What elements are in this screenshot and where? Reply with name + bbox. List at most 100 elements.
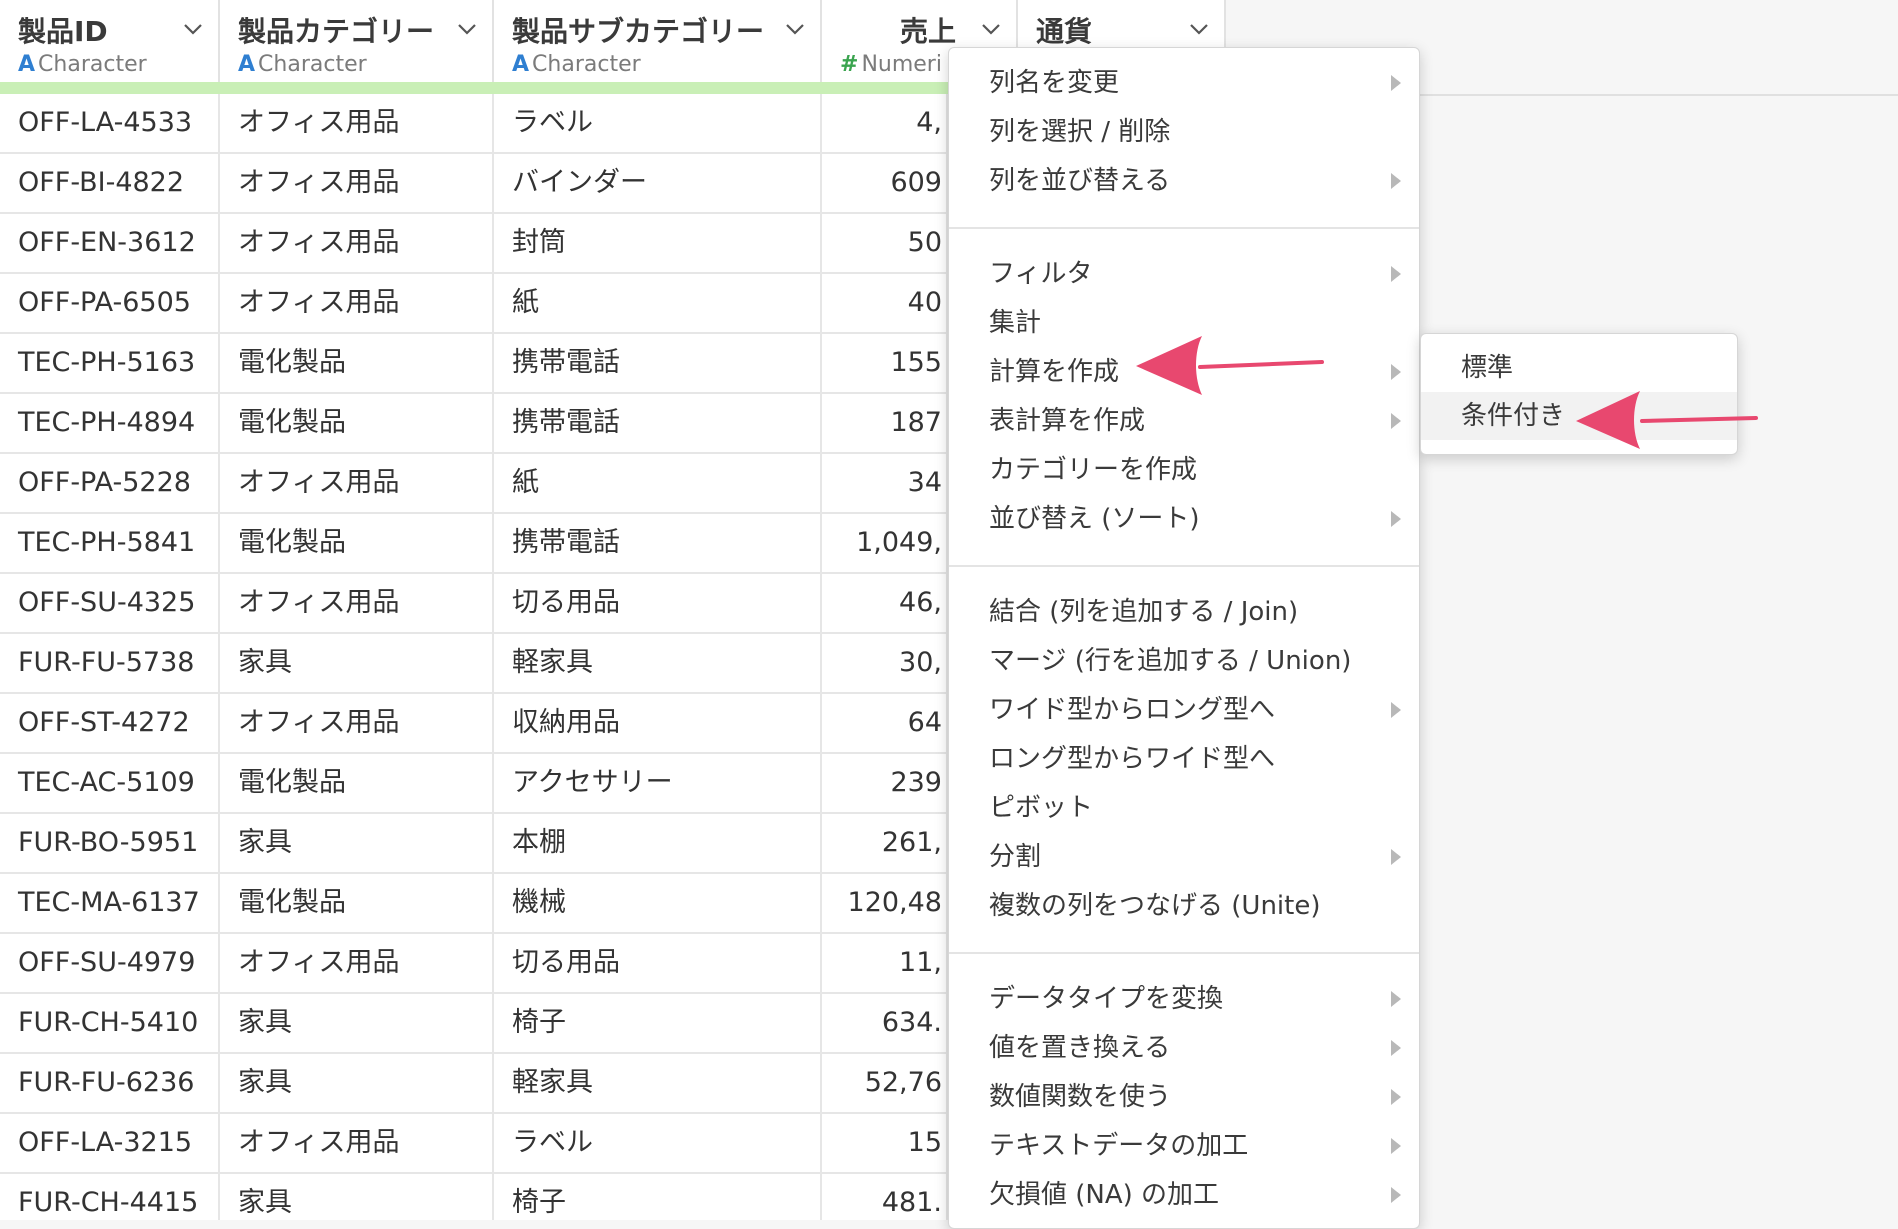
chevron-down-icon[interactable] xyxy=(784,18,806,40)
menu-item[interactable]: カテゴリーを作成 xyxy=(949,447,1419,493)
table-cell[interactable]: 1,049, xyxy=(822,514,948,574)
table-cell[interactable]: オフィス用品 xyxy=(220,214,494,274)
table-cell[interactable]: FUR-FU-5738 xyxy=(0,634,220,694)
table-cell[interactable]: 電化製品 xyxy=(220,514,494,574)
table-cell[interactable]: TEC-PH-5163 xyxy=(0,334,220,394)
chevron-down-icon[interactable] xyxy=(980,18,1002,40)
table-cell[interactable]: OFF-BI-4822 xyxy=(0,154,220,214)
table-cell[interactable]: 15 xyxy=(822,1114,948,1174)
table-cell[interactable]: 機械 xyxy=(494,874,822,934)
menu-item[interactable]: フィルタ xyxy=(949,251,1419,297)
table-cell[interactable]: アクセサリー xyxy=(494,754,822,814)
menu-item[interactable]: 列を選択 / 削除 xyxy=(949,109,1419,155)
menu-item[interactable]: 結合 (列を追加する / Join) xyxy=(949,589,1419,635)
column-header-product-category[interactable]: 製品カテゴリー A Character xyxy=(220,0,494,82)
column-header-product-subcategory[interactable]: 製品サブカテゴリー A Character xyxy=(494,0,822,82)
table-cell[interactable]: 46, xyxy=(822,574,948,634)
table-cell[interactable]: 軽家具 xyxy=(494,634,822,694)
table-cell[interactable]: 椅子 xyxy=(494,1174,822,1220)
menu-item[interactable]: ロング型からワイド型へ xyxy=(949,736,1419,782)
table-cell[interactable]: OFF-PA-6505 xyxy=(0,274,220,334)
table-cell[interactable]: 家具 xyxy=(220,1174,494,1220)
table-cell[interactable]: OFF-SU-4325 xyxy=(0,574,220,634)
table-cell[interactable]: OFF-ST-4272 xyxy=(0,694,220,754)
table-cell[interactable]: 261, xyxy=(822,814,948,874)
menu-item[interactable]: 値を置き換える xyxy=(949,1025,1419,1071)
table-cell[interactable]: 切る用品 xyxy=(494,934,822,994)
chevron-down-icon[interactable] xyxy=(1188,18,1210,40)
table-cell[interactable]: 187 xyxy=(822,394,948,454)
menu-item[interactable]: テキストデータの加工 xyxy=(949,1123,1419,1169)
table-cell[interactable]: 軽家具 xyxy=(494,1054,822,1114)
table-cell[interactable]: 30, xyxy=(822,634,948,694)
table-cell[interactable]: オフィス用品 xyxy=(220,154,494,214)
table-cell[interactable]: 家具 xyxy=(220,1054,494,1114)
table-cell[interactable]: OFF-LA-4533 xyxy=(0,94,220,154)
table-cell[interactable]: オフィス用品 xyxy=(220,574,494,634)
table-cell[interactable]: FUR-FU-6236 xyxy=(0,1054,220,1114)
table-cell[interactable]: OFF-LA-3215 xyxy=(0,1114,220,1174)
table-cell[interactable]: FUR-CH-5410 xyxy=(0,994,220,1054)
menu-item[interactable]: ピボット xyxy=(949,785,1419,831)
table-cell[interactable]: 634. xyxy=(822,994,948,1054)
table-cell[interactable]: 155 xyxy=(822,334,948,394)
table-cell[interactable]: 本棚 xyxy=(494,814,822,874)
menu-item[interactable]: 表計算を作成 xyxy=(949,398,1419,444)
table-cell[interactable]: FUR-BO-5951 xyxy=(0,814,220,874)
table-cell[interactable]: TEC-PH-5841 xyxy=(0,514,220,574)
table-cell[interactable]: オフィス用品 xyxy=(220,274,494,334)
table-cell[interactable]: 52,76 xyxy=(822,1054,948,1114)
table-cell[interactable]: オフィス用品 xyxy=(220,1114,494,1174)
table-cell[interactable]: 紙 xyxy=(494,274,822,334)
table-cell[interactable]: TEC-PH-4894 xyxy=(0,394,220,454)
table-cell[interactable]: オフィス用品 xyxy=(220,454,494,514)
menu-item[interactable]: 複数の列をつなげる (Unite) xyxy=(949,883,1419,929)
chevron-down-icon[interactable] xyxy=(182,18,204,40)
table-cell[interactable]: 家具 xyxy=(220,814,494,874)
table-cell[interactable]: 電化製品 xyxy=(220,754,494,814)
menu-item[interactable]: ワイド型からロング型へ xyxy=(949,687,1419,733)
menu-item[interactable]: 列名を変更 xyxy=(949,60,1419,106)
table-cell[interactable]: 64 xyxy=(822,694,948,754)
table-cell[interactable]: 481. xyxy=(822,1174,948,1220)
table-cell[interactable]: 家具 xyxy=(220,634,494,694)
table-cell[interactable]: オフィス用品 xyxy=(220,694,494,754)
menu-item[interactable]: マージ (行を追加する / Union) xyxy=(949,638,1419,684)
table-cell[interactable]: OFF-PA-5228 xyxy=(0,454,220,514)
table-cell[interactable]: 切る用品 xyxy=(494,574,822,634)
menu-item[interactable]: 数値関数を使う xyxy=(949,1074,1419,1120)
table-cell[interactable]: 電化製品 xyxy=(220,334,494,394)
table-cell[interactable]: 電化製品 xyxy=(220,394,494,454)
table-cell[interactable]: ラベル xyxy=(494,94,822,154)
table-cell[interactable]: ラベル xyxy=(494,1114,822,1174)
table-cell[interactable]: 携帯電話 xyxy=(494,394,822,454)
table-cell[interactable]: 家具 xyxy=(220,994,494,1054)
chevron-down-icon[interactable] xyxy=(456,18,478,40)
table-cell[interactable]: 4, xyxy=(822,94,948,154)
table-cell[interactable]: 34 xyxy=(822,454,948,514)
table-cell[interactable]: 携帯電話 xyxy=(494,514,822,574)
column-header-product-id[interactable]: 製品ID A Character xyxy=(0,0,220,82)
table-cell[interactable]: バインダー xyxy=(494,154,822,214)
table-cell[interactable]: 11, xyxy=(822,934,948,994)
table-cell[interactable]: オフィス用品 xyxy=(220,934,494,994)
table-cell[interactable]: オフィス用品 xyxy=(220,94,494,154)
menu-item[interactable]: データタイプを変換 xyxy=(949,976,1419,1022)
menu-item[interactable]: 欠損値 (NA) の加工 xyxy=(949,1172,1419,1218)
table-cell[interactable]: OFF-EN-3612 xyxy=(0,214,220,274)
table-cell[interactable]: 封筒 xyxy=(494,214,822,274)
menu-item[interactable]: 並び替え (ソート) xyxy=(949,496,1419,542)
table-cell[interactable]: OFF-SU-4979 xyxy=(0,934,220,994)
table-cell[interactable]: 239 xyxy=(822,754,948,814)
menu-item[interactable]: 列を並び替える xyxy=(949,158,1419,204)
table-cell[interactable]: 50 xyxy=(822,214,948,274)
table-cell[interactable]: 電化製品 xyxy=(220,874,494,934)
table-cell[interactable]: 120,48 xyxy=(822,874,948,934)
table-cell[interactable]: TEC-MA-6137 xyxy=(0,874,220,934)
table-cell[interactable]: 40 xyxy=(822,274,948,334)
table-cell[interactable]: TEC-AC-5109 xyxy=(0,754,220,814)
menu-item[interactable]: 分割 xyxy=(949,834,1419,880)
table-cell[interactable]: 収納用品 xyxy=(494,694,822,754)
table-cell[interactable]: 紙 xyxy=(494,454,822,514)
table-cell[interactable]: 携帯電話 xyxy=(494,334,822,394)
